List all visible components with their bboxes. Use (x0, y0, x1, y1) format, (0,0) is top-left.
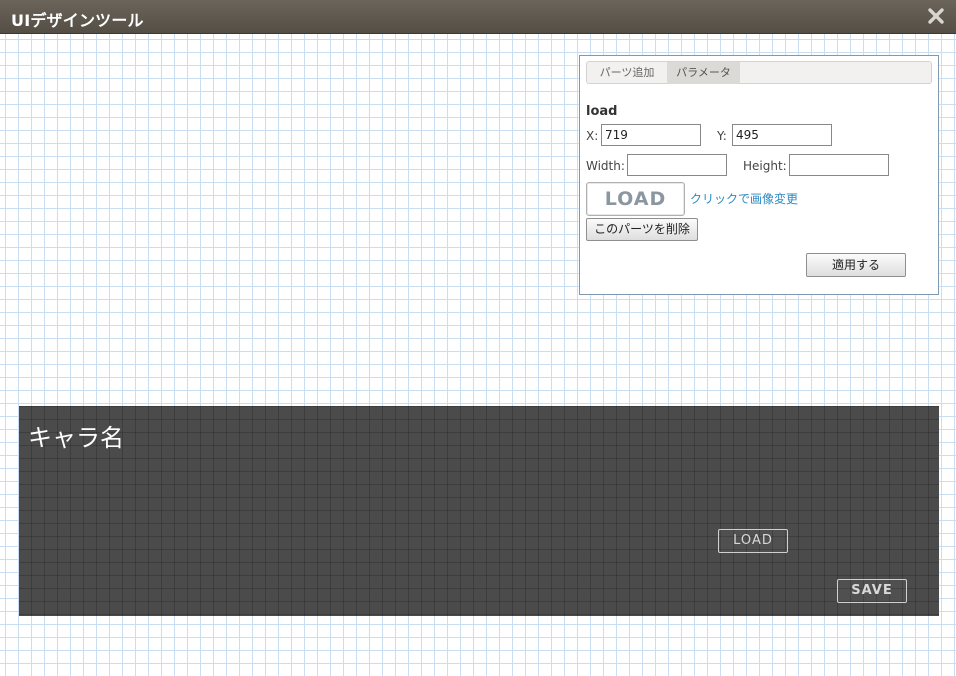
close-icon[interactable] (928, 7, 944, 25)
change-image-link[interactable]: クリックで画像変更 (690, 190, 798, 207)
panel-tabs: パーツ追加 パラメータ (586, 61, 932, 84)
y-label: Y: (717, 129, 727, 143)
title-bar: UIデザインツール (0, 0, 956, 34)
parameter-panel: パーツ追加 パラメータ load X: Y: Width: Height: LO… (579, 55, 939, 295)
design-canvas[interactable]: キャラ名 LOAD SAVE (19, 406, 939, 616)
character-name-label[interactable]: キャラ名 (28, 418, 124, 453)
y-input[interactable] (732, 124, 832, 146)
width-input[interactable] (627, 154, 727, 176)
part-name: load (586, 104, 618, 119)
delete-part-button[interactable]: このパーツを削除 (586, 218, 698, 241)
x-label: X: (586, 129, 599, 143)
window-title: UIデザインツール (11, 11, 144, 30)
load-button[interactable]: LOAD (718, 529, 788, 553)
height-input[interactable] (789, 154, 889, 176)
save-button[interactable]: SAVE (837, 579, 907, 603)
apply-button[interactable]: 適用する (806, 253, 906, 277)
part-image-preview[interactable]: LOAD (586, 182, 685, 216)
x-input[interactable] (601, 124, 701, 146)
height-label: Height: (743, 159, 787, 173)
tab-parameters[interactable]: パラメータ (667, 62, 740, 84)
width-label: Width: (586, 159, 625, 173)
tab-add-parts[interactable]: パーツ追加 (587, 62, 667, 84)
